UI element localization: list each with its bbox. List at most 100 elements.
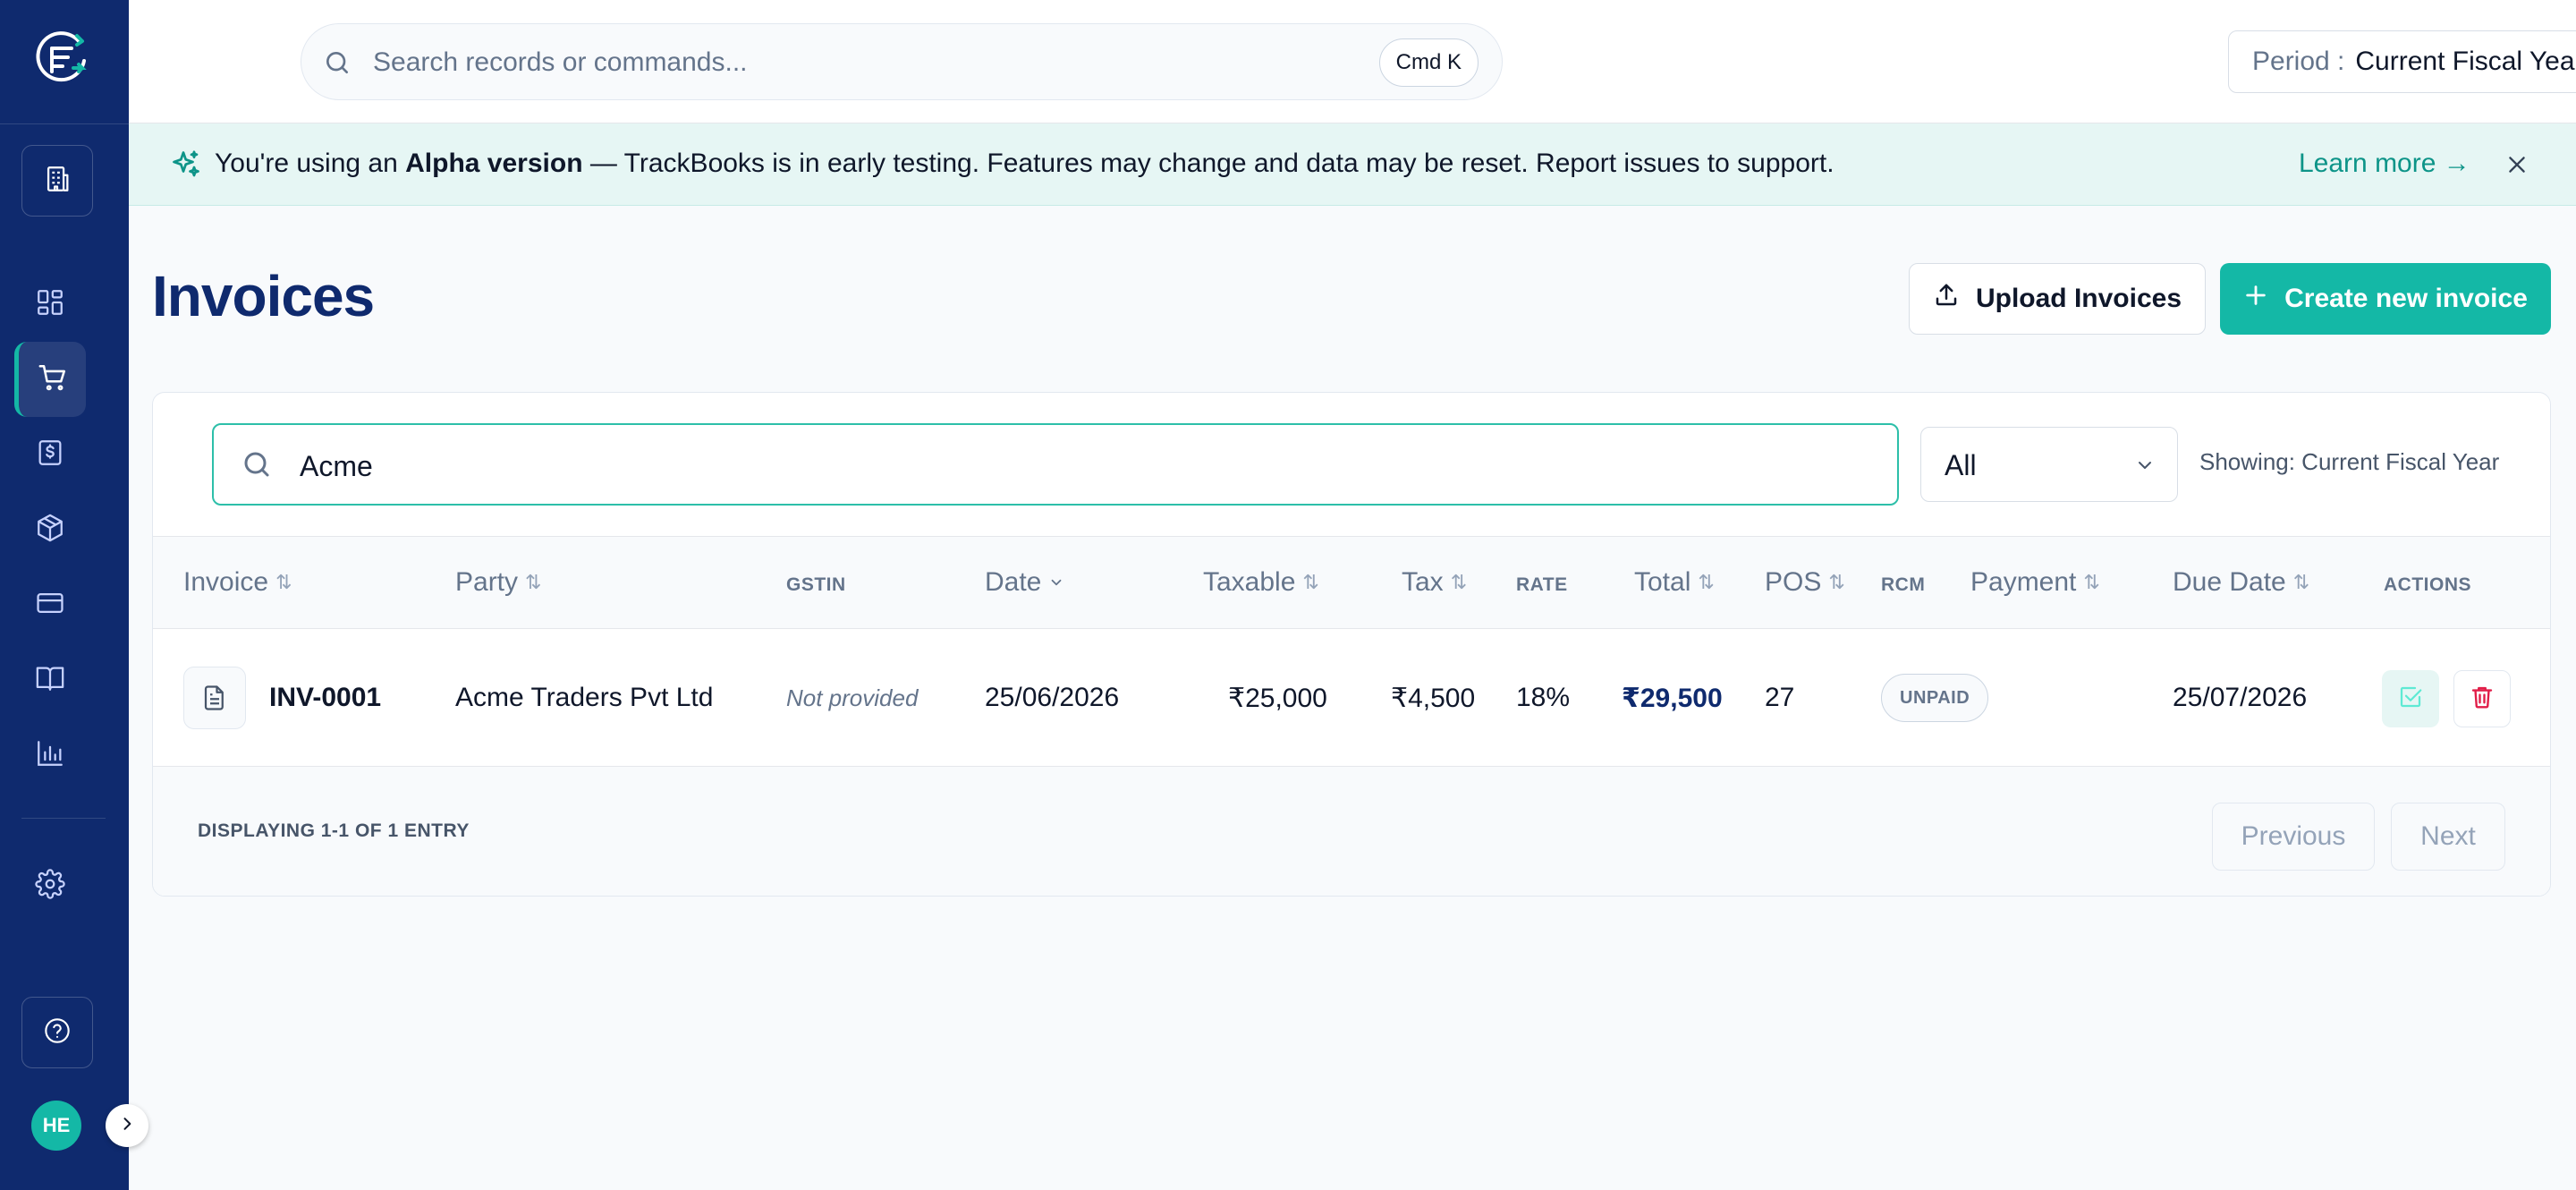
due-date: 25/07/2026: [2173, 683, 2308, 712]
invoice-number[interactable]: INV-0001: [269, 683, 381, 713]
sort-icon: ⇅: [1828, 571, 1845, 593]
col-payment-label: Payment: [1970, 567, 2077, 597]
previous-page-button[interactable]: Previous: [2212, 803, 2375, 871]
chevron-right-icon: [118, 1115, 136, 1137]
avatar[interactable]: HE: [31, 1101, 81, 1151]
learn-more-link[interactable]: Learn more →: [2299, 149, 2470, 179]
receipt-icon: [35, 438, 65, 472]
pagination-info: DISPLAYING 1-1 OF 1 ENTRY: [198, 820, 470, 841]
topbar: Search records or commands... Cmd K Peri…: [129, 0, 2576, 123]
period-select[interactable]: Period : Current Fiscal Year: [2228, 30, 2576, 93]
sidebar-item-banking[interactable]: [29, 583, 72, 626]
col-total[interactable]: Total ⇅: [1634, 567, 1715, 598]
col-invoice-label: Invoice: [183, 567, 269, 597]
table-row[interactable]: INV-0001 Acme Traders Pvt Ltd Not provid…: [153, 629, 2550, 767]
sidebar-item-purchases[interactable]: [29, 433, 72, 476]
sidebar-item-company[interactable]: [21, 145, 93, 217]
col-date-label: Date: [985, 567, 1042, 597]
banner-message: You're using an Alpha version — TrackBoo…: [215, 149, 1835, 179]
check-square-icon: [2397, 684, 2424, 715]
col-due-date-label: Due Date: [2173, 567, 2286, 597]
alpha-banner: You're using an Alpha version — TrackBoo…: [129, 123, 2576, 206]
mark-paid-button[interactable]: [2382, 670, 2439, 727]
bar-chart-icon: [35, 738, 65, 773]
sidebar-expand-button[interactable]: [106, 1104, 148, 1147]
col-date[interactable]: Date: [985, 567, 1064, 598]
help-icon: [43, 1016, 72, 1050]
shortcut-badge: Cmd K: [1378, 38, 1479, 87]
col-due-date[interactable]: Due Date ⇅: [2173, 567, 2309, 598]
tax-rate: 18%: [1516, 683, 1571, 712]
sidebar-item-reports[interactable]: [29, 734, 72, 777]
box-icon: [35, 513, 65, 548]
status-filter-select[interactable]: All: [1920, 427, 2178, 502]
delete-invoice-button[interactable]: [2453, 670, 2511, 727]
col-total-label: Total: [1634, 567, 1691, 597]
sidebar-item-sales[interactable]: [14, 342, 86, 417]
col-tax-label: Tax: [1402, 567, 1444, 597]
chevron-down-icon: [2134, 455, 2156, 480]
col-invoice[interactable]: Invoice ⇅: [183, 567, 292, 598]
col-rcm: RCM: [1881, 574, 1926, 595]
app-logo-icon[interactable]: [32, 29, 91, 88]
showing-period-text: Showing: Current Fiscal Year: [2199, 448, 2500, 475]
cart-icon: [38, 362, 68, 397]
col-taxable-label: Taxable: [1203, 567, 1296, 597]
building-icon: [42, 164, 72, 199]
col-party[interactable]: Party ⇅: [455, 567, 541, 598]
sparkle-icon: [170, 149, 202, 185]
search-icon: [323, 48, 352, 81]
global-search-input[interactable]: Search records or commands... Cmd K: [301, 23, 1503, 100]
grid-icon: [35, 287, 65, 322]
create-invoice-button[interactable]: Create new invoice: [2220, 263, 2551, 335]
upload-invoices-button[interactable]: Upload Invoices: [1909, 263, 2206, 335]
party-name: Acme Traders Pvt Ltd: [455, 683, 714, 712]
status-filter-value: All: [1945, 449, 1977, 481]
page-title: Invoices: [152, 264, 375, 328]
banner-text: — TrackBooks is in early testing. Featur…: [589, 149, 1835, 178]
sort-icon: ⇅: [525, 571, 542, 593]
sidebar-divider: [0, 123, 129, 124]
sort-icon: ⇅: [275, 571, 292, 593]
period-value: Current Fiscal Year: [2355, 47, 2576, 76]
sidebar-item-help[interactable]: [21, 997, 93, 1068]
search-placeholder: Search records or commands...: [373, 47, 748, 77]
book-icon: [35, 663, 65, 698]
col-tax[interactable]: Tax ⇅: [1402, 567, 1467, 598]
pos-value: 27: [1765, 683, 1795, 712]
sidebar-item-dashboard[interactable]: [29, 283, 72, 326]
sort-icon: ⇅: [1450, 571, 1468, 593]
trash-icon: [2469, 684, 2496, 715]
next-page-button[interactable]: Next: [2391, 803, 2505, 871]
invoice-search-value: Acme: [300, 450, 373, 482]
payment-status-badge: UNPAID: [1881, 674, 1989, 722]
sort-icon: ⇅: [2292, 571, 2310, 593]
banner-prefix: You're using an: [215, 149, 398, 178]
col-payment[interactable]: Payment ⇅: [1970, 567, 2100, 598]
taxable-amount: ₹25,000: [1228, 684, 1327, 713]
sidebar-item-settings[interactable]: [29, 864, 72, 907]
gstin-value: Not provided: [786, 684, 919, 711]
table-footer: DISPLAYING 1-1 OF 1 ENTRY Previous Next: [153, 767, 2550, 896]
sort-desc-icon: [1048, 567, 1064, 598]
invoice-search-input[interactable]: Acme: [212, 423, 1899, 506]
sidebar-item-inventory[interactable]: [29, 508, 72, 551]
col-rate: RATE: [1516, 574, 1568, 595]
col-taxable[interactable]: Taxable ⇅: [1203, 567, 1319, 598]
close-banner-button[interactable]: [2499, 147, 2535, 183]
sort-icon: ⇅: [1302, 571, 1319, 593]
card-icon: [35, 588, 65, 623]
col-actions: ACTIONS: [2384, 574, 2471, 595]
search-icon: [241, 448, 273, 485]
sort-icon: ⇅: [1698, 571, 1715, 593]
sidebar: HE: [0, 0, 148, 1190]
col-party-label: Party: [455, 567, 519, 597]
tax-amount: ₹4,500: [1391, 684, 1476, 713]
sidebar-item-ledger[interactable]: [29, 659, 72, 701]
upload-invoices-label: Upload Invoices: [1975, 284, 2182, 313]
col-pos[interactable]: POS ⇅: [1765, 567, 1845, 598]
document-icon: [183, 667, 246, 729]
sort-icon: ⇅: [2083, 571, 2100, 593]
col-pos-label: POS: [1765, 567, 1822, 597]
col-gstin: GSTIN: [786, 574, 846, 595]
